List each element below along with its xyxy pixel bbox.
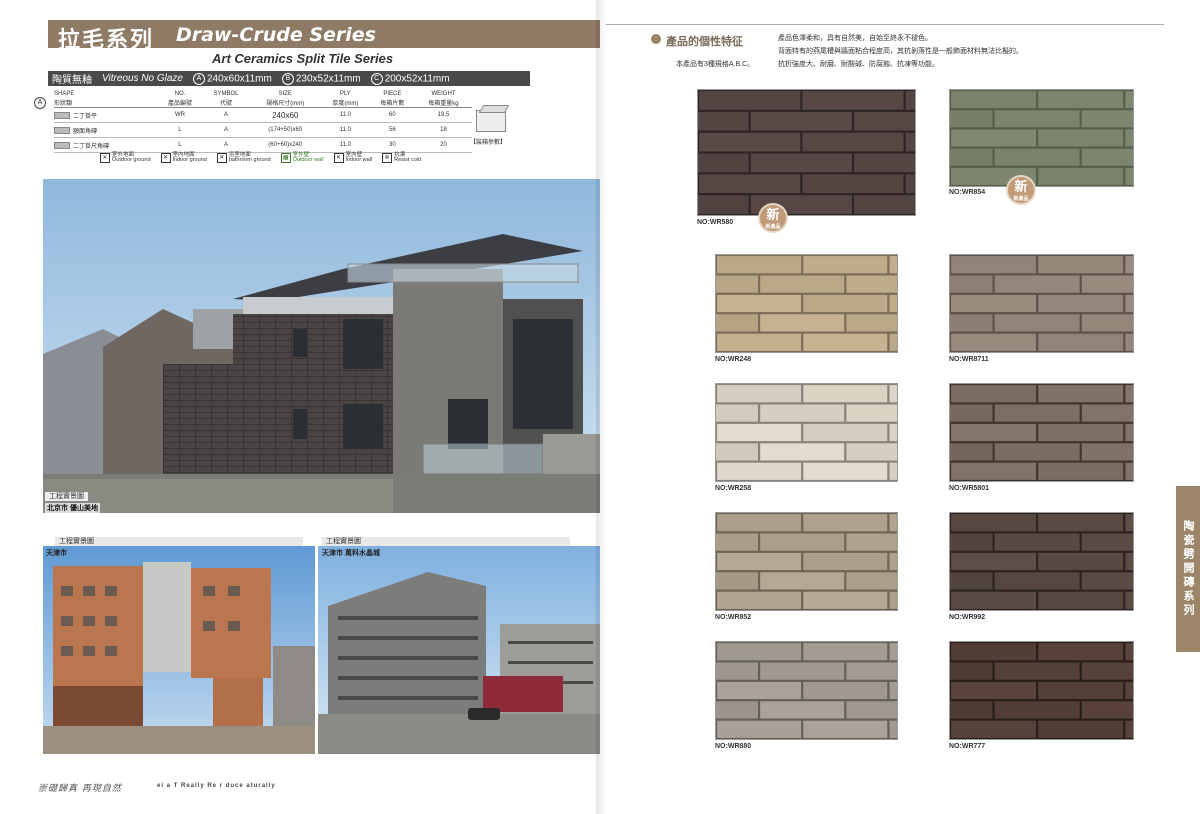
glaze-label-cn: 陶質無釉 (52, 75, 92, 86)
top-divider (606, 24, 1164, 25)
new-product-badge: 新產品新 (760, 205, 786, 231)
features-bullet-icon (651, 34, 661, 44)
packing-box-icon (476, 110, 506, 132)
outdoor-wall-icon: ▦ (280, 153, 291, 163)
feature-line-1: 產品色澤柔和，具有自然美，自始至終永不褪色。 (778, 35, 932, 42)
tile-swatch-wr992 (949, 512, 1134, 611)
usage-bathroom-ground: ✕ 浴室地面 bathroom ground (216, 152, 271, 164)
tile-code-wr854: NO:WR854 (949, 189, 986, 196)
tile-swatch-wr777 (949, 641, 1134, 740)
resist-cold-icon: ❄ (382, 153, 393, 163)
table-row: 二丁掛平 WR A 240x60 11.0 60 19.5 (54, 107, 472, 123)
brick-pattern (698, 90, 915, 215)
glaze-label-en: Vitreous No Glaze (102, 73, 183, 84)
tile-swatch-wr8711 (949, 254, 1134, 353)
series-title-cn: 拉毛系列 (58, 28, 155, 53)
spec-table: SHAPE NO. SYMBOL SIZE PLY PIECE WEIGHT 形… (54, 89, 472, 153)
brick-pattern (950, 90, 1133, 186)
brick-pattern (950, 384, 1133, 481)
footer-slogan-en: ei a T Really Re r duce aturally (157, 783, 276, 789)
photo-tag-main: 工程實景圖 (45, 492, 88, 501)
tile-code-wr258: NO:WR258 (715, 485, 752, 492)
usage-indoor-ground: ✕ 室內地面 Indoor ground (160, 152, 207, 164)
tile-swatch-wr854 (949, 89, 1134, 187)
brick-pattern (716, 513, 897, 610)
page-gutter (596, 0, 606, 814)
table-row: 二丁掛尺角磚 L A (60+60)x240 11.0 30 20 (54, 137, 472, 153)
tile-swatch-wr5801 (949, 383, 1134, 482)
glaze-size-bar: 陶質無釉 Vitreous No Glaze A 240x60x11mm B 230… (48, 71, 530, 86)
indoor-ground-icon: ✕ (160, 153, 171, 163)
features-title: 產品的個性特征 (666, 36, 743, 48)
tile-code-wr777: NO:WR777 (949, 743, 986, 750)
tile-swatch-wr880 (715, 641, 898, 740)
new-product-badge: 新產品新 (1008, 177, 1034, 203)
tile-code-wr992: NO:WR992 (949, 614, 986, 621)
spec-header-cn: 形狀類 產品編號 代號 規格尺寸(mm) 厚度(mm) 每箱片數 每箱重量kg (54, 98, 472, 108)
size-mark-a: A (192, 72, 205, 85)
tile-code-wr880: NO:WR880 (715, 743, 752, 750)
size-c: C 200x52x11mm (370, 72, 450, 85)
tile-code-wr580: NO:WR580 (697, 219, 734, 226)
feature-line-2: 背面特有的燕尾槽與牆面粘合程度高，其抗剝落性是一般飾面材料無法比擬的。 (778, 48, 1023, 55)
brick-pattern (716, 642, 897, 739)
size-a: A 240x60x11mm (192, 72, 272, 85)
corner-tile-icon (54, 142, 70, 150)
size-b: B 230x52x11mm (281, 72, 361, 85)
tile-swatch-wr258 (715, 383, 898, 482)
indoor-wall-icon: ✕ (333, 153, 344, 163)
footer-slogan-cn: 崇礎歸真 再現自然 (38, 784, 122, 794)
usage-indoor-wall: ✕ 室內壁 Indoor wall (333, 152, 372, 164)
spec-note: 本產品有3種規格A.B.C。 (676, 61, 755, 68)
project-photo-bottom-left (43, 546, 315, 754)
usage-resist-cold: ❄ 抗凍 Resist cold (382, 152, 421, 164)
size-mark-c: C (370, 72, 383, 85)
outdoor-ground-icon: ✕ (100, 153, 110, 163)
tile-swatch-wr852 (715, 512, 898, 611)
corner-tile-icon (54, 127, 70, 135)
brick-pattern (950, 255, 1133, 352)
brick-pattern (716, 384, 897, 481)
spec-header-en: SHAPE NO. SYMBOL SIZE PLY PIECE WEIGHT (54, 90, 456, 97)
tile-code-wr852: NO:WR852 (715, 614, 752, 621)
brick-pattern (950, 642, 1133, 739)
tile-swatch-wr580 (697, 89, 916, 216)
usage-outdoor-wall: ▦ 室外壁 Outdoor wall (280, 152, 324, 164)
series-subtitle: Art Ceramics Split Tile Series (212, 51, 394, 66)
photo-city-main: 北京市 優山美地 (45, 503, 100, 513)
project-photo-bottom-right (318, 546, 600, 754)
series-title-en: Draw-Crude Series (176, 24, 376, 46)
photo-tag-bottom-left: 工程實景圖 (55, 537, 303, 546)
table-row: 額面角磚 L A (174+50)x60 11.0 56 18 (54, 122, 472, 138)
tile-swatch-wr248 (715, 254, 898, 353)
tile-shape-icon (54, 112, 70, 120)
spec-marker: A (34, 97, 46, 109)
size-mark-b: B (281, 72, 294, 85)
tile-code-wr8711: NO:WR8711 (949, 356, 989, 363)
brick-pattern (950, 513, 1133, 610)
feature-line-3: 抗折強度大、耐磨、耐酸碱、防腐蝕、抗凍等功能。 (778, 61, 939, 68)
usage-outdoor-ground: ✕ 室外地面 Outdoor ground (100, 152, 151, 164)
series-side-tab: 陶瓷劈開磚系列 (1176, 486, 1200, 652)
brick-pattern (716, 255, 897, 352)
tile-code-wr5801: NO:WR5801 (949, 485, 990, 492)
project-photo-main (43, 179, 600, 513)
photo-city-bottom-right: 天津市 萬科水晶城 (322, 550, 380, 557)
photo-city-bottom-left: 天津市 (46, 550, 67, 557)
bathroom-ground-icon: ✕ (216, 153, 227, 163)
photo-tag-bottom-right: 工程實景圖 (322, 537, 570, 546)
packing-label: 【裝箱參數】 (470, 140, 507, 146)
usage-icons: ✕ 室外地面 Outdoor ground ✕ 室內地面 Indoor ground… (100, 152, 480, 164)
tile-code-wr248: NO:WR248 (715, 356, 752, 363)
